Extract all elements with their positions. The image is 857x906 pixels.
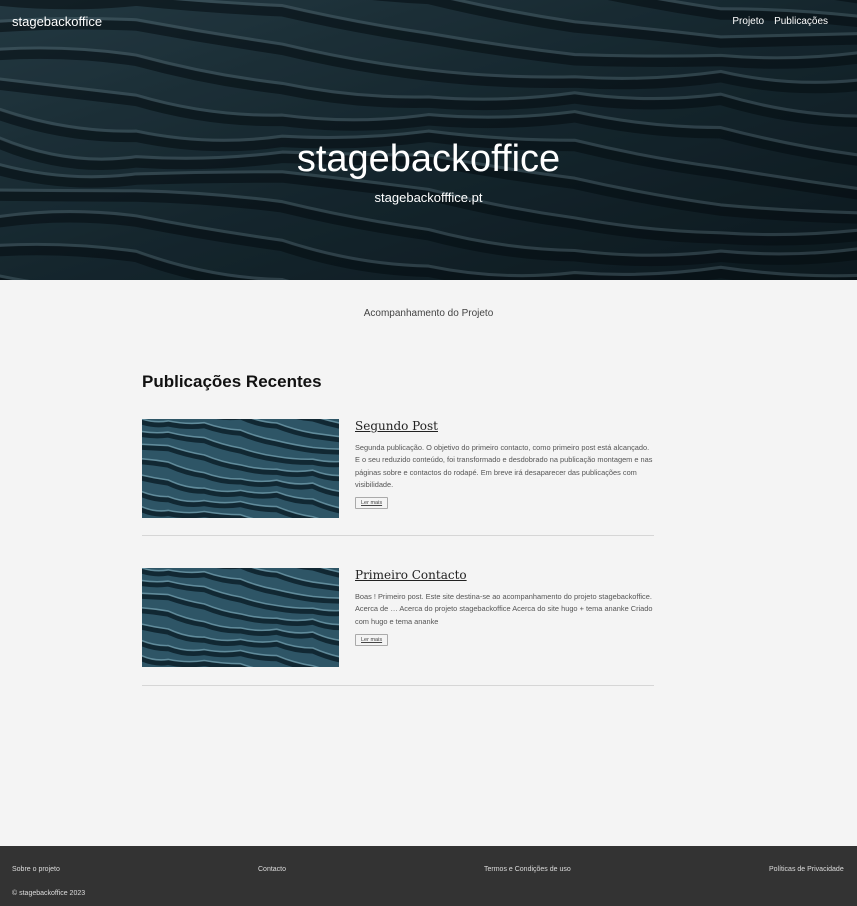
site-tagline: Acompanhamento do Projeto — [363, 308, 494, 319]
hero-banner: stagebackoffice Projeto Publicações stag… — [0, 0, 857, 280]
post-title-link[interactable]: Primeiro Contacto — [355, 568, 654, 582]
footer-link-privacidade[interactable]: Políticas de Privacidade — [769, 866, 844, 873]
footer-copyright: © stagebackoffice 2023 — [12, 890, 86, 897]
hero-subtitle: stagebackofffice.pt — [374, 190, 483, 205]
post-excerpt: Segunda publicação. O objetivo do primei… — [355, 443, 653, 489]
footer-link-sobre[interactable]: Sobre o projeto — [12, 866, 60, 873]
site-footer: Sobre o projeto Contacto Termos e Condiç… — [0, 846, 857, 906]
nav-link-projeto[interactable]: Projeto — [732, 16, 764, 27]
hero-title: stagebackoffice — [296, 138, 561, 180]
read-more-button[interactable]: Ler mais — [355, 633, 389, 646]
read-more-button[interactable]: Ler mais — [355, 497, 389, 510]
top-navigation: stagebackoffice Projeto Publicações — [0, 0, 857, 44]
post-divider — [142, 685, 654, 686]
main-menu: Projeto Publicações — [732, 16, 828, 27]
post-thumbnail-image — [142, 419, 339, 518]
footer-link-contacto[interactable]: Contacto — [258, 866, 286, 873]
post-divider — [142, 535, 654, 536]
post-body: Primeiro Contacto Boas ! Primeiro post. … — [355, 568, 654, 646]
post-excerpt: Boas ! Primeiro post. Este site destina-… — [355, 592, 653, 626]
post-thumbnail-link[interactable] — [142, 568, 339, 667]
post-thumbnail-link[interactable] — [142, 419, 339, 518]
post-title-link[interactable]: Segundo Post — [355, 419, 654, 433]
post-body: Segundo Post Segunda publicação. O objet… — [355, 419, 654, 510]
section-title: Publicações Recentes — [142, 372, 322, 391]
brand-link[interactable]: stagebackoffice — [12, 14, 102, 29]
post-thumbnail-image — [142, 568, 339, 667]
footer-link-termos[interactable]: Termos e Condições de uso — [484, 866, 571, 873]
nav-link-publicacoes[interactable]: Publicações — [774, 16, 828, 27]
